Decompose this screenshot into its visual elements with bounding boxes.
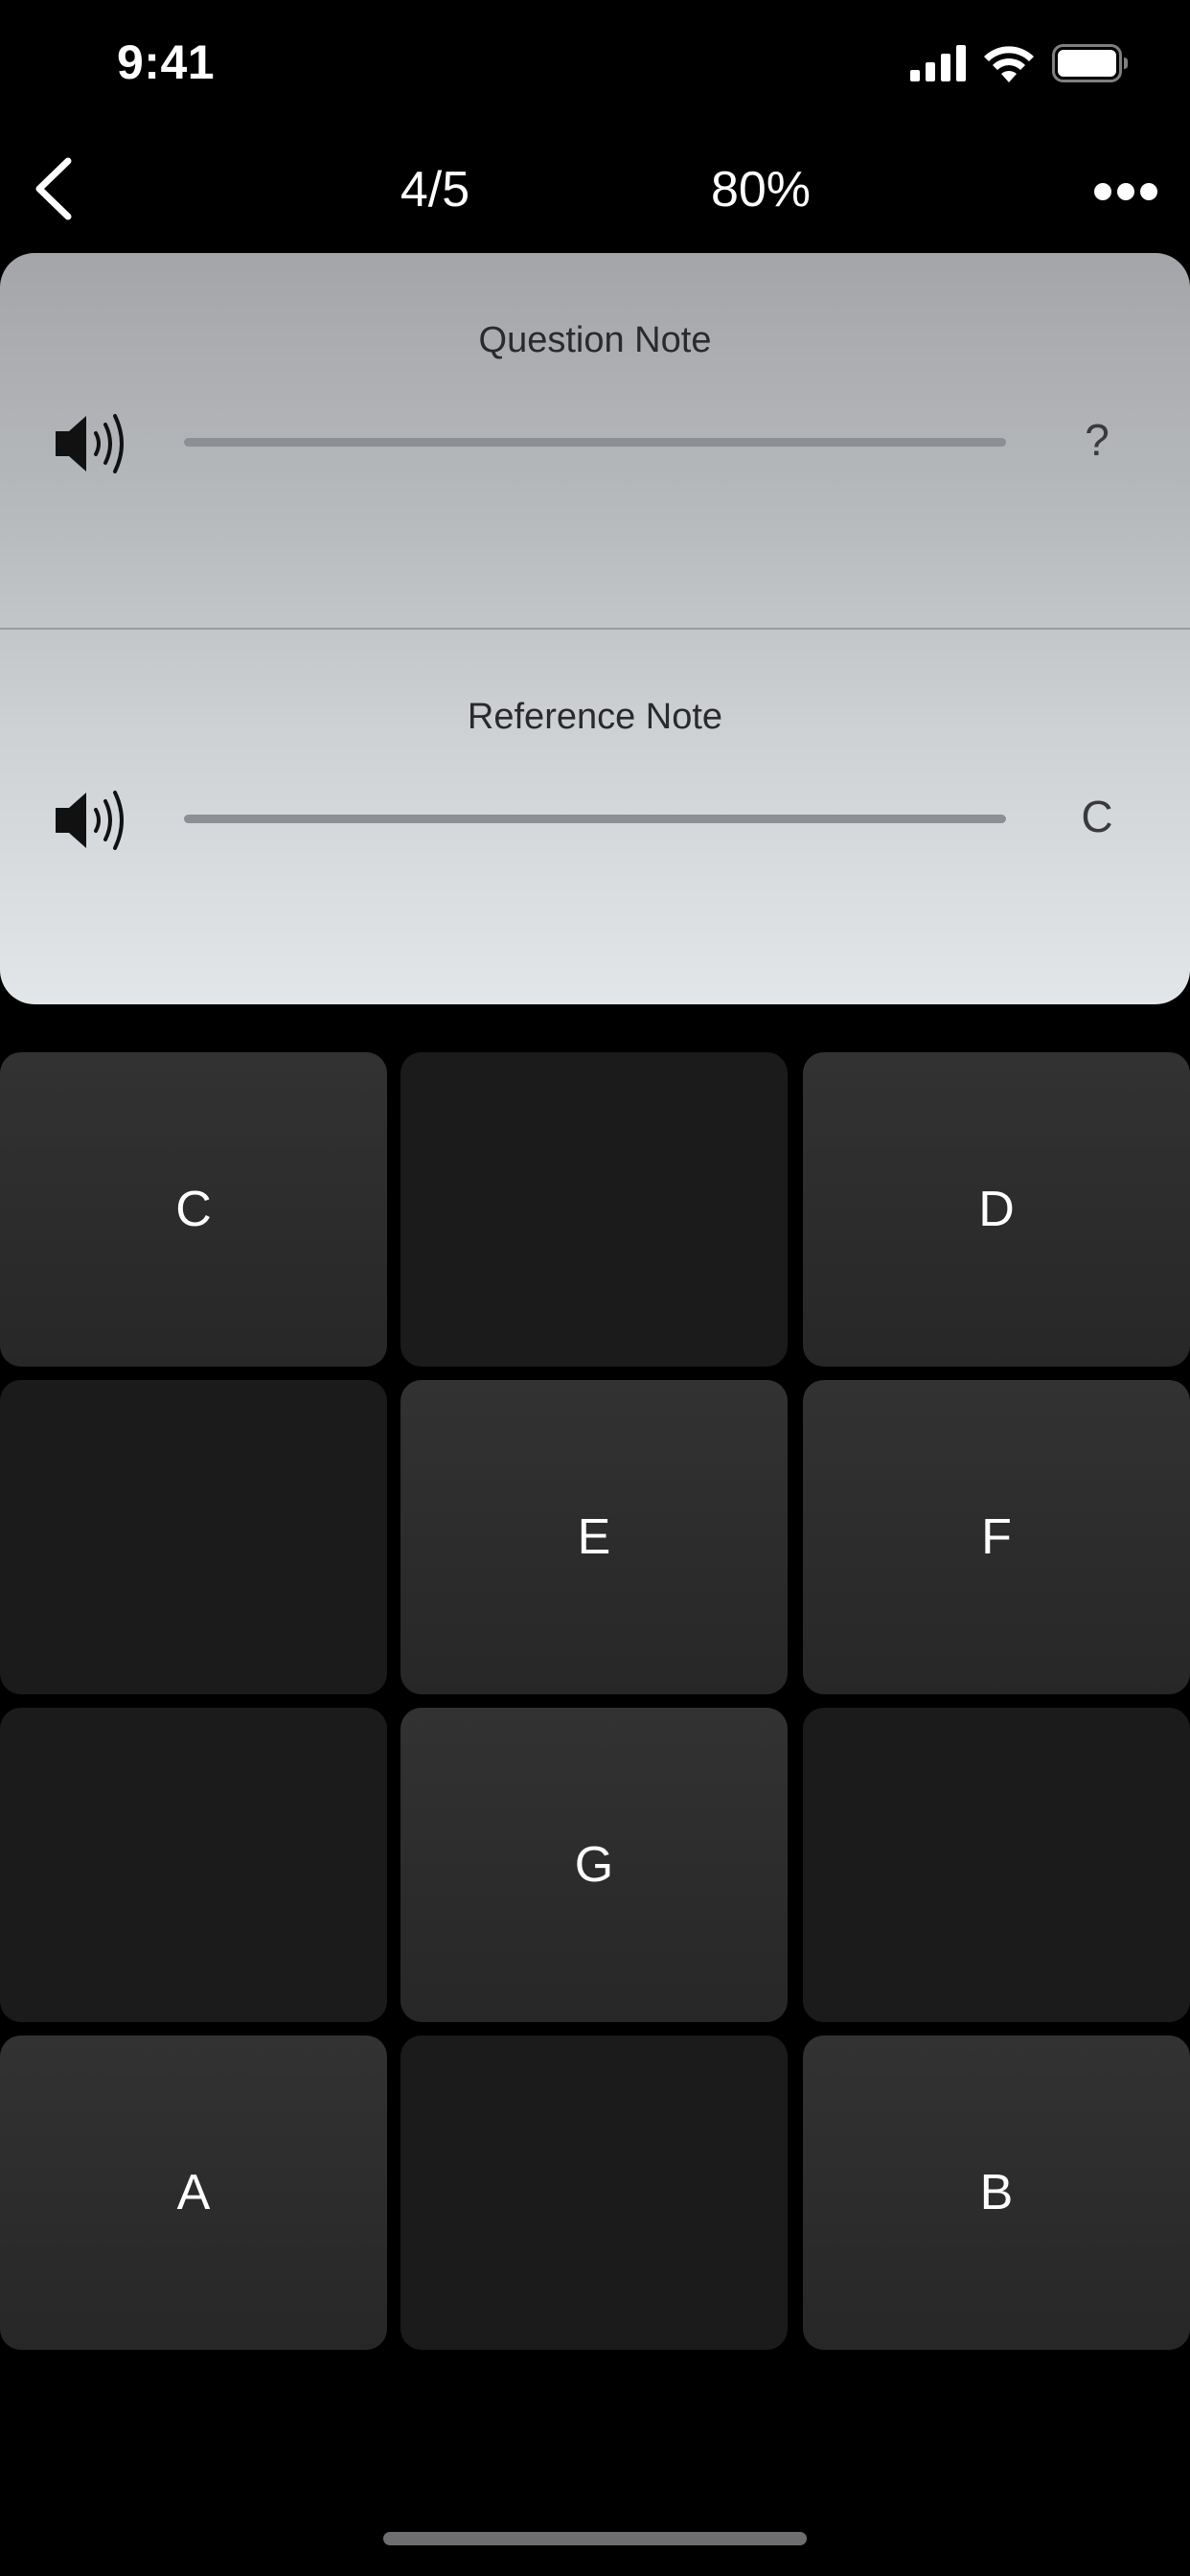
reference-note-title: Reference Note (467, 697, 723, 737)
status-bar: 9:41 (0, 0, 1190, 126)
more-button[interactable] (1083, 165, 1169, 222)
speaker-icon (54, 791, 134, 858)
note-key-blank[interactable] (0, 1708, 387, 2022)
battery-icon (1052, 44, 1129, 87)
ellipsis-icon (1093, 182, 1158, 206)
status-icons (910, 44, 1129, 87)
note-key-blank[interactable] (803, 1708, 1190, 2022)
note-key-g[interactable]: G (400, 1708, 788, 2022)
note-key-a[interactable]: A (0, 2036, 387, 2350)
question-note-section: Question Note ? (0, 253, 1190, 629)
wifi-icon (983, 44, 1035, 87)
play-question-button[interactable] (54, 410, 134, 477)
question-playback-track[interactable] (184, 438, 1006, 447)
reference-note-value: C (1081, 792, 1113, 841)
note-key-blank[interactable] (400, 1052, 788, 1367)
note-key-blank[interactable] (0, 1380, 387, 1694)
status-time: 9:41 (117, 35, 216, 89)
note-key-b[interactable]: B (803, 2036, 1190, 2350)
note-key-e[interactable]: E (400, 1380, 788, 1694)
back-button[interactable] (19, 157, 86, 224)
chevron-left-icon (32, 157, 74, 225)
play-reference-button[interactable] (54, 787, 134, 854)
note-key-c[interactable]: C (0, 1052, 387, 1367)
cellular-signal-icon (910, 45, 966, 86)
question-note-title: Question Note (478, 320, 712, 360)
nav-bar: 4/5 80% (0, 144, 1190, 240)
score-percent: 80% (710, 162, 812, 218)
note-key-blank[interactable] (400, 2036, 788, 2350)
speaker-icon (54, 414, 134, 481)
question-progress: 4/5 (400, 162, 470, 218)
question-note-value: ? (1085, 415, 1110, 465)
reference-playback-track[interactable] (184, 815, 1006, 823)
note-player-card: Question Note ? Reference Note C (0, 253, 1190, 1004)
reference-note-section: Reference Note C (0, 630, 1190, 1004)
home-indicator[interactable] (383, 2532, 807, 2545)
note-key-f[interactable]: F (803, 1380, 1190, 1694)
note-key-d[interactable]: D (803, 1052, 1190, 1367)
